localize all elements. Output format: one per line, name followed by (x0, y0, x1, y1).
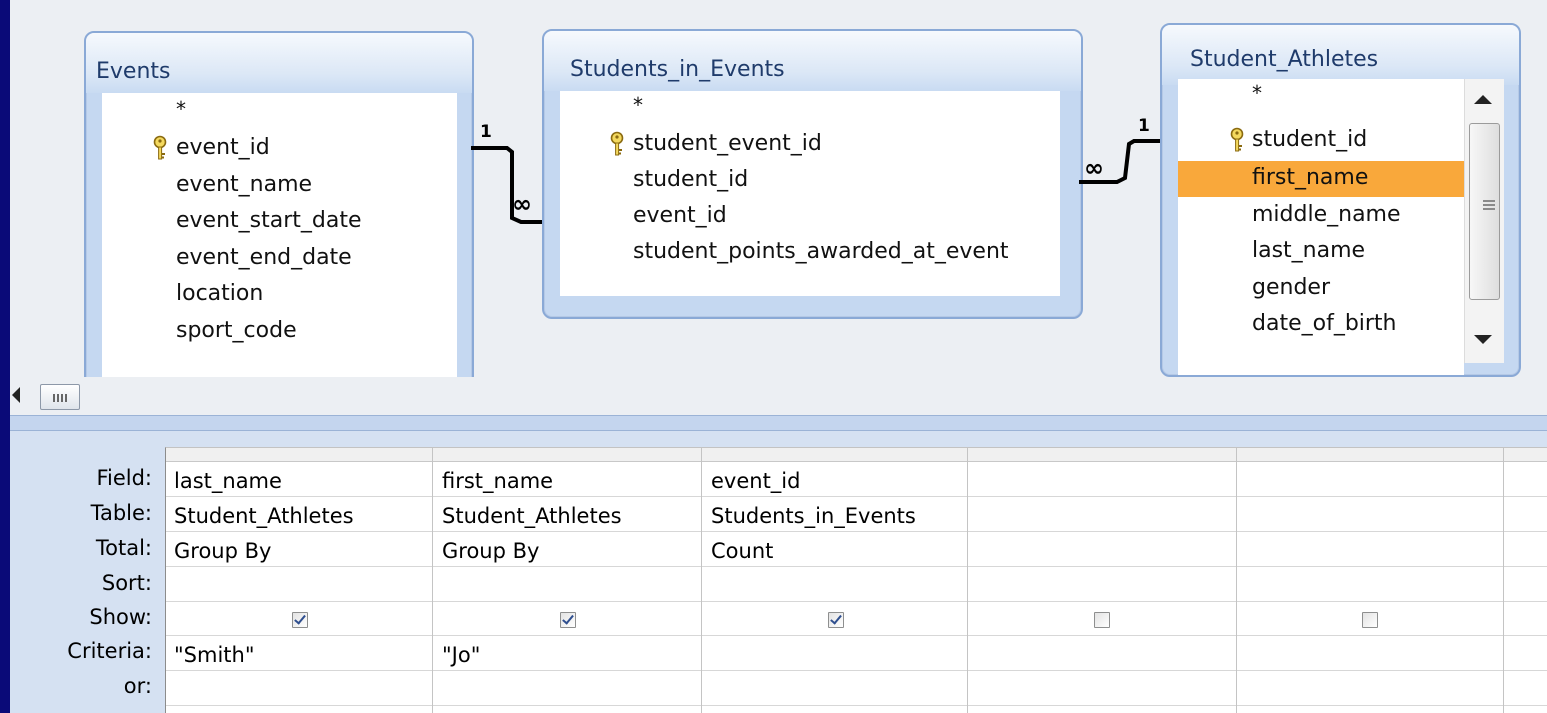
relationship-one-label: 1 (480, 122, 492, 142)
row-label-total: Total: (95, 536, 152, 560)
table-student-athletes-field-list[interactable]: * student_id first_name middle_name last… (1178, 79, 1464, 375)
table-events-title[interactable]: Events (86, 33, 472, 93)
field-events-sport-code[interactable]: sport_code (102, 314, 457, 350)
table-student-athletes[interactable]: Student_Athletes * student_id first_name… (1160, 23, 1521, 377)
relationship-one-label: 1 (1138, 116, 1150, 136)
field-sa-date-of-birth[interactable]: date_of_birth (1178, 307, 1464, 343)
scroll-up-icon[interactable] (1474, 95, 1492, 104)
field-sa-gender[interactable]: gender (1178, 271, 1464, 307)
field-sie-student-id[interactable]: student_id (560, 163, 1060, 199)
row-label-sort: Sort: (101, 571, 152, 595)
grid-cell-field[interactable]: first_name (442, 469, 553, 493)
field-sa-all[interactable]: * (1178, 79, 1464, 115)
grid-cell-criteria[interactable]: "Jo" (442, 643, 480, 667)
row-label-show: Show: (89, 605, 152, 629)
column-selector[interactable] (968, 448, 1236, 462)
field-events-event-end-date[interactable]: event_end_date (102, 241, 457, 277)
column-selector[interactable] (702, 448, 967, 462)
key-icon (1230, 127, 1244, 152)
grid-cell-total[interactable]: Count (711, 539, 773, 563)
field-sa-middle-name[interactable]: middle_name (1178, 198, 1464, 234)
show-checkbox[interactable] (1362, 612, 1378, 628)
table-student-athletes-title-text: Student_Athletes (1190, 47, 1379, 72)
grid-cell-table[interactable]: Students_in_Events (711, 504, 916, 528)
table-events-field-list[interactable]: * event_id event_name event_start_date e… (102, 93, 457, 403)
grid-cell-total[interactable]: Group By (442, 539, 539, 563)
grid-cell-table[interactable]: Student_Athletes (174, 504, 354, 528)
field-events-location[interactable]: location (102, 277, 457, 313)
show-checkbox[interactable] (1094, 612, 1110, 628)
field-sa-first-name[interactable]: first_name (1178, 161, 1464, 197)
relationship-many-label: ∞ (512, 190, 532, 218)
grid-cell-field[interactable]: event_id (711, 469, 800, 493)
pane-splitter[interactable] (10, 415, 1547, 431)
grid-cell-table[interactable]: Student_Athletes (442, 504, 622, 528)
column-selector[interactable] (433, 448, 701, 462)
relationship-events-to-students-in-events (471, 146, 542, 224)
row-label-table: Table: (90, 501, 152, 525)
table-diagram-pane: Events * event_id event_name event_start… (10, 0, 1547, 405)
query-design-window: Events * event_id event_name event_start… (10, 0, 1547, 713)
design-grid-pane: Field: Table: Total: Sort: Show: Criteri… (10, 431, 1547, 713)
field-sie-student-event-id[interactable]: student_event_id (560, 127, 1060, 163)
grid-cell-criteria[interactable]: "Smith" (174, 643, 254, 667)
table-students-in-events-field-list[interactable]: * student_event_id student_id event_id s… (560, 91, 1060, 296)
show-checkbox[interactable] (828, 612, 844, 628)
field-events-event-start-date[interactable]: event_start_date (102, 204, 457, 240)
key-icon (610, 131, 624, 156)
grid-cell-field[interactable]: last_name (174, 469, 282, 493)
grid-cell-total[interactable]: Group By (174, 539, 271, 563)
column-selector[interactable] (166, 448, 432, 462)
field-events-event-id[interactable]: event_id (102, 131, 457, 167)
table-student-athletes-scrollbar[interactable] (1464, 79, 1504, 363)
field-sa-last-name[interactable]: last_name (1178, 234, 1464, 270)
table-students-in-events-title-text: Students_in_Events (570, 57, 785, 82)
column-selector[interactable] (1504, 448, 1547, 462)
scroll-left-icon[interactable] (12, 387, 20, 403)
relationship-many-label: ∞ (1084, 154, 1104, 182)
row-label-field: Field: (96, 466, 152, 490)
row-label-criteria: Criteria: (67, 639, 152, 663)
scroll-down-icon[interactable] (1474, 335, 1492, 344)
table-students-in-events[interactable]: Students_in_Events * student_event_id st… (542, 29, 1083, 319)
table-students-in-events-title[interactable]: Students_in_Events (544, 31, 1081, 91)
field-sie-all[interactable]: * (560, 91, 1060, 127)
show-checkbox[interactable] (560, 612, 576, 628)
query-design-grid[interactable]: last_name Student_Athletes Group By "Smi… (165, 447, 1547, 713)
show-checkbox[interactable] (292, 612, 308, 628)
field-events-all[interactable]: * (102, 95, 457, 131)
scrollbar-thumb[interactable] (1469, 123, 1500, 300)
table-events[interactable]: Events * event_id event_name event_start… (84, 31, 474, 405)
field-sie-event-id[interactable]: event_id (560, 199, 1060, 235)
table-student-athletes-title[interactable]: Student_Athletes (1162, 25, 1519, 85)
row-label-or: or: (123, 674, 152, 698)
column-selector[interactable] (1237, 448, 1503, 462)
field-sa-student-id[interactable]: student_id (1178, 123, 1464, 159)
field-events-event-name[interactable]: event_name (102, 168, 457, 204)
horizontal-scrollbar-thumb[interactable] (40, 384, 80, 410)
key-icon (153, 135, 167, 160)
field-sie-student-points[interactable]: student_points_awarded_at_event (560, 235, 1060, 271)
table-events-title-text: Events (96, 59, 171, 84)
diagram-horizontal-scrollbar[interactable] (10, 377, 1547, 415)
